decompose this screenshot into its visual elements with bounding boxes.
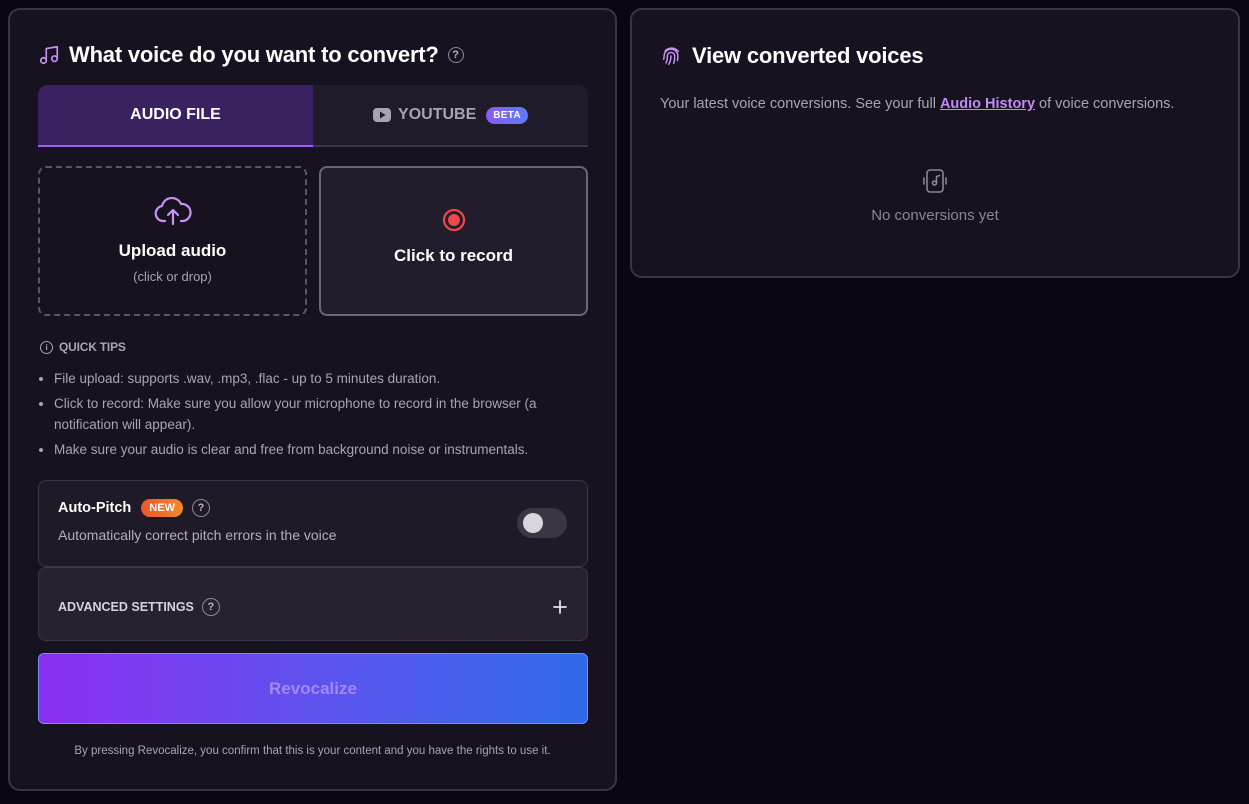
upload-audio-subtitle: (click or drop) xyxy=(133,269,212,284)
record-icon xyxy=(321,208,586,237)
list-item: File upload: supports .wav, .mp3, .flac … xyxy=(54,368,594,389)
phone-music-icon xyxy=(632,168,1238,199)
auto-pitch-description: Automatically correct pitch errors in th… xyxy=(58,527,337,543)
history-panel: View converted voices Your latest voice … xyxy=(630,8,1240,278)
tab-youtube-label: YOUTUBE xyxy=(398,106,477,123)
advanced-settings-label: ADVANCED SETTINGS xyxy=(58,600,194,614)
toggle-knob xyxy=(523,513,543,533)
help-icon[interactable]: ? xyxy=(201,598,220,616)
beta-badge: BETA xyxy=(486,106,528,124)
history-description-prefix: Your latest voice conversions. See your … xyxy=(660,96,936,112)
revocalize-button-label: Revocalize xyxy=(269,678,357,698)
audio-history-link[interactable]: Audio History xyxy=(940,96,1035,112)
youtube-icon xyxy=(373,108,392,122)
auto-pitch-card: Auto-Pitch NEW ? Automatically correct p… xyxy=(38,480,588,567)
disclaimer-text: By pressing Revocalize, you confirm that… xyxy=(74,745,551,757)
auto-pitch-toggle[interactable] xyxy=(517,508,567,538)
convert-panel: What voice do you want to convert? ? AUD… xyxy=(8,8,617,791)
history-panel-header: View converted voices xyxy=(660,43,924,69)
quick-tips-heading: i QUICK TIPS xyxy=(40,340,126,354)
list-item: Click to record: Make sure you allow you… xyxy=(54,393,594,435)
advanced-settings-accordion[interactable]: ADVANCED SETTINGS ? xyxy=(38,567,588,641)
tab-youtube[interactable]: YOUTUBE BETA xyxy=(313,85,588,145)
plus-icon xyxy=(553,600,567,619)
new-badge: NEW xyxy=(141,499,183,517)
source-tabs: AUDIO FILE YOUTUBE BETA xyxy=(38,85,588,147)
record-title: Click to record xyxy=(393,246,514,265)
history-panel-title: View converted voices xyxy=(692,43,924,68)
upload-audio-dropzone[interactable]: Upload audio (click or drop) xyxy=(38,166,307,316)
help-icon[interactable]: ? xyxy=(447,47,464,63)
convert-panel-title: What voice do you want to convert? xyxy=(69,42,439,67)
cloud-upload-icon xyxy=(40,195,305,232)
list-item: Make sure your audio is clear and free f… xyxy=(54,439,594,460)
quick-tips-list: File upload: supports .wav, .mp3, .flac … xyxy=(40,368,594,464)
record-button[interactable]: Click to record xyxy=(319,166,588,316)
tab-audio-file[interactable]: AUDIO FILE xyxy=(38,85,313,147)
music-note-icon xyxy=(38,44,60,66)
history-description-suffix: of voice conversions. xyxy=(1039,96,1175,112)
info-icon: i xyxy=(40,340,53,354)
upload-audio-title: Upload audio xyxy=(118,241,227,260)
auto-pitch-title: Auto-Pitch xyxy=(58,500,132,516)
quick-tips-title: QUICK TIPS xyxy=(59,340,126,354)
empty-state: No conversions yet xyxy=(632,168,1238,224)
convert-panel-header: What voice do you want to convert? ? xyxy=(38,42,464,68)
history-description: Your latest voice conversions. See your … xyxy=(660,96,1174,112)
tab-audio-file-label: AUDIO FILE xyxy=(130,106,221,123)
fingerprint-icon xyxy=(660,45,682,67)
empty-state-text: No conversions yet xyxy=(871,207,999,224)
revocalize-button[interactable]: Revocalize xyxy=(38,653,588,724)
help-icon[interactable]: ? xyxy=(191,499,210,517)
